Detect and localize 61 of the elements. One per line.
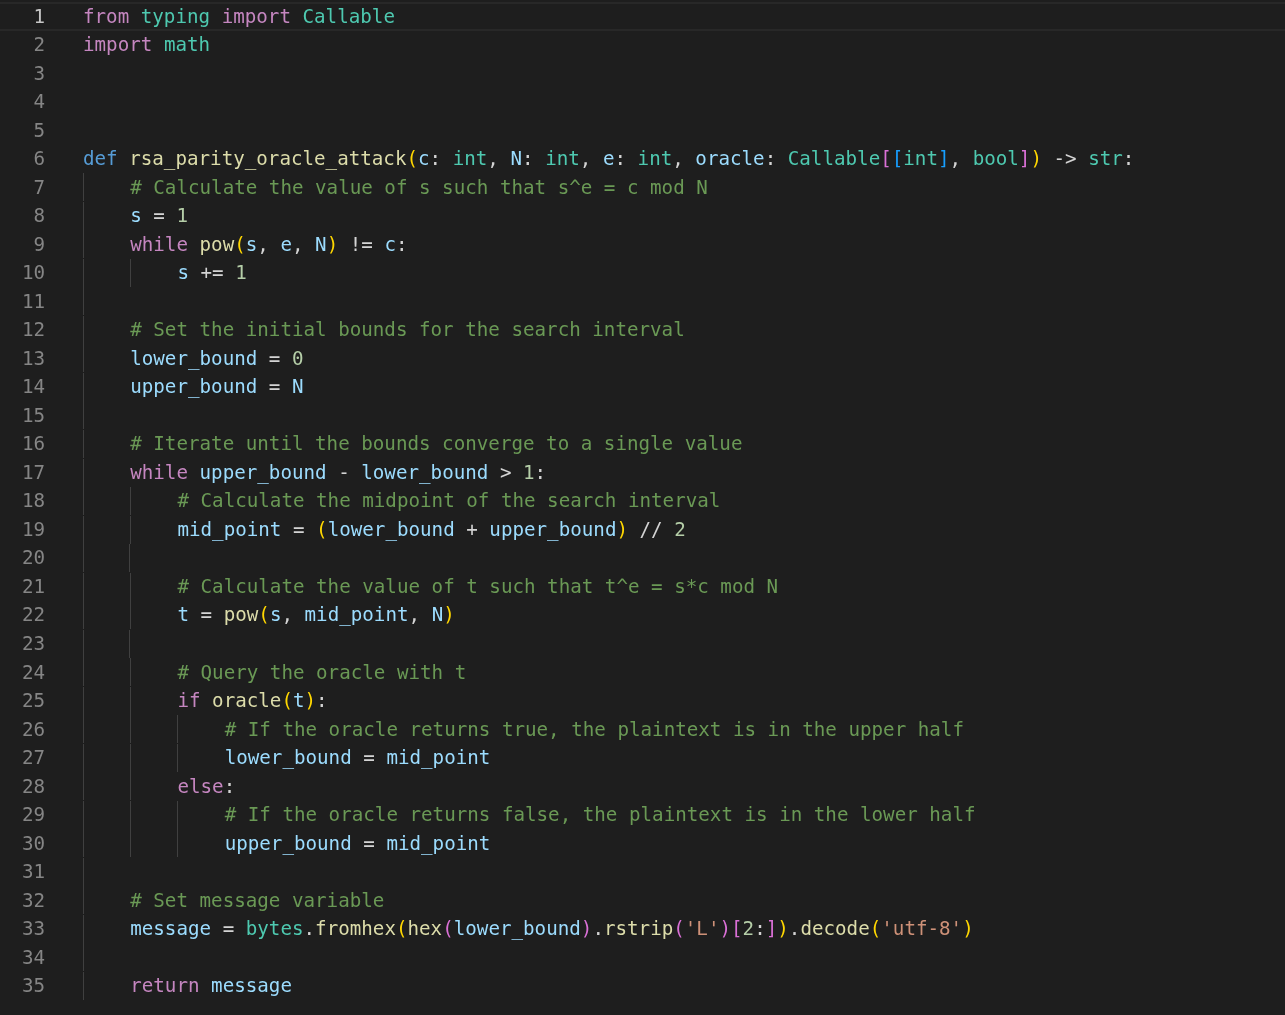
line-number: 31 — [20, 862, 45, 882]
line-number: 19 — [20, 519, 45, 540]
code-line: lower_bound = mid_point — [224, 748, 491, 768]
code-line: t = pow(s, mid_point, N) — [177, 605, 455, 625]
code-line: upper_bound = mid_point — [224, 833, 491, 853]
line-number: 13 — [20, 348, 45, 369]
line-number: 16 — [20, 434, 45, 454]
line-number: 23 — [20, 634, 45, 654]
line-number: 21 — [20, 576, 45, 597]
line-number: 17 — [20, 462, 45, 483]
line-number: 7 — [32, 177, 45, 197]
code-line: if oracle(t): — [177, 691, 328, 711]
line-number: 30 — [20, 833, 45, 853]
code-line: from typing import Callable — [83, 6, 395, 26]
line-number: 24 — [20, 662, 45, 682]
code-line: upper_bound = N — [130, 377, 304, 397]
code-line: while pow(s, e, N) != c: — [130, 234, 408, 254]
code-line: s = 1 — [130, 206, 188, 226]
code-line: return message — [130, 976, 292, 996]
line-number: 10 — [20, 263, 45, 283]
line-number: 34 — [20, 947, 45, 967]
line-number: 11 — [20, 291, 45, 311]
line-number: 28 — [20, 776, 45, 796]
line-number: 32 — [20, 890, 45, 910]
code-line: mid_point = (lower_bound + upper_bound) // 2 — [177, 519, 686, 540]
code-line: message = bytes.fromhex(hex(lower_bound).rstrip('L')[2:]).decode('utf-8') — [130, 919, 974, 939]
code-line: while upper_bound - lower_bound > 1: — [130, 462, 547, 483]
code-line: # Set message variable — [130, 890, 385, 910]
line-number: 1 — [32, 6, 45, 26]
line-number: 20 — [20, 548, 45, 568]
line-number: 27 — [20, 748, 45, 768]
code-line: def rsa_parity_oracle_attack(c: int, N: int, e: int, oracle: Callable[[int], bool]) -> str: — [83, 149, 1135, 169]
code-line: lower_bound = 0 — [130, 348, 304, 369]
code-line: s += 1 — [177, 263, 247, 283]
code-line: # Query the oracle with t — [177, 662, 467, 682]
line-number: 14 — [20, 377, 45, 397]
line-number: 5 — [32, 120, 45, 140]
code-line: # Calculate the value of t such that t^e = s*c mod N — [177, 576, 779, 597]
code-line: # Calculate the value of s such that s^e = c mod N — [130, 177, 708, 197]
code-line: # Calculate the midpoint of the search interval — [177, 491, 721, 511]
line-number: 25 — [20, 691, 45, 711]
line-number: 3 — [32, 63, 45, 83]
code-line: import math — [83, 35, 211, 55]
line-number: 4 — [32, 92, 45, 112]
line-number: 8 — [32, 206, 45, 226]
line-number: 35 — [20, 976, 45, 996]
line-number: 2 — [32, 35, 45, 55]
code-line: # Iterate until the bounds converge to a single value — [130, 434, 743, 454]
line-number: 29 — [20, 805, 45, 825]
code-line: else: — [177, 776, 236, 796]
line-number: 12 — [20, 320, 45, 340]
code-line: # Set the initial bounds for the search interval — [130, 320, 685, 340]
line-number: 18 — [20, 491, 45, 511]
line-number: 9 — [32, 234, 45, 254]
line-number: 33 — [20, 919, 45, 939]
code-line: # If the oracle returns true, the plaintext is in the upper half — [224, 719, 964, 739]
line-number: 26 — [20, 719, 45, 739]
code-line: # If the oracle returns false, the plaintext is in the lower half — [224, 805, 976, 825]
line-number: 15 — [20, 405, 45, 426]
line-number: 22 — [20, 605, 45, 625]
line-number: 6 — [32, 149, 45, 169]
